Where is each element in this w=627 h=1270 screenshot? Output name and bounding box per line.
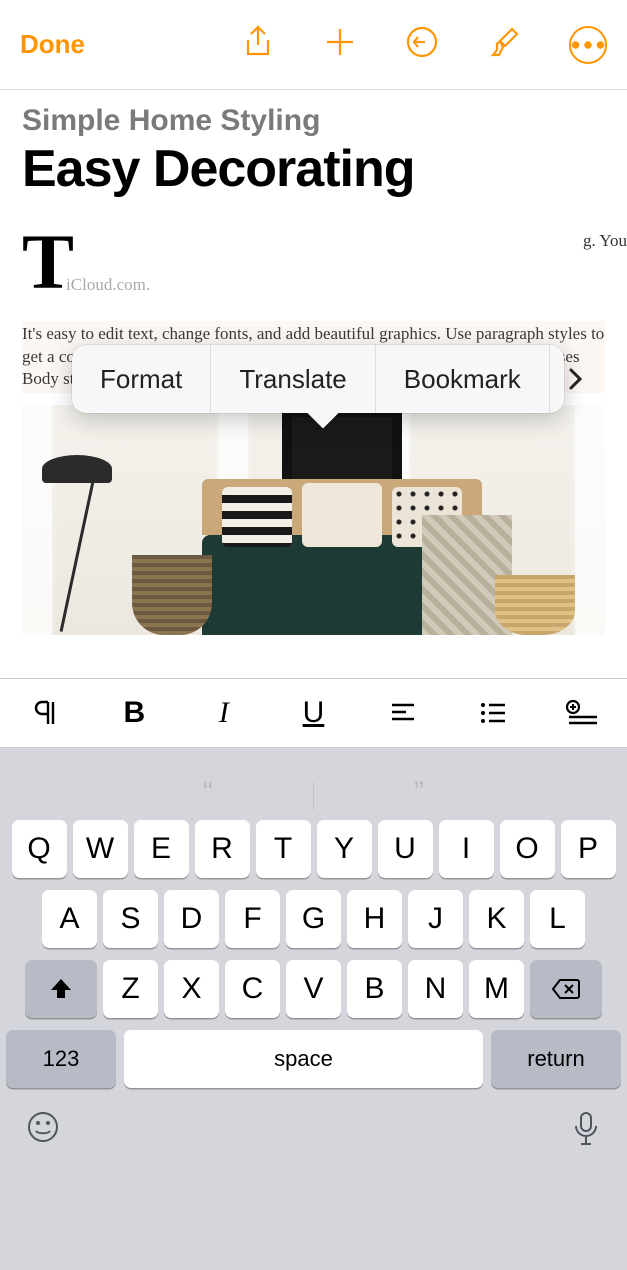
emoji-key-icon[interactable] [26,1110,60,1153]
intro-visible-fragment: g. You [583,231,627,251]
key-row-3: Z X C V B N M [4,960,623,1018]
key-k[interactable]: K [469,890,524,948]
undo-icon [405,25,439,64]
key-row-2: A S D F G H J K L [4,890,623,948]
key-v[interactable]: V [286,960,341,1018]
space-key[interactable]: space [124,1030,483,1088]
key-b[interactable]: B [347,960,402,1018]
return-key[interactable]: return [491,1030,621,1088]
more-icon[interactable] [569,26,607,64]
key-z[interactable]: Z [103,960,158,1018]
key-h[interactable]: H [347,890,402,948]
shift-key[interactable] [25,960,97,1018]
key-c[interactable]: C [225,960,280,1018]
backspace-key[interactable] [530,960,602,1018]
dictation-icon[interactable] [571,1110,601,1153]
key-e[interactable]: E [134,820,189,878]
numbers-key[interactable]: 123 [6,1030,116,1088]
key-x[interactable]: X [164,960,219,1018]
candidate-bar: “ ” [4,760,623,820]
key-d[interactable]: D [164,890,219,948]
key-m[interactable]: M [469,960,524,1018]
key-w[interactable]: W [73,820,128,878]
add-icon[interactable] [323,25,357,64]
key-o[interactable]: O [500,820,555,878]
key-s[interactable]: S [103,890,158,948]
key-i[interactable]: I [439,820,494,878]
document-image[interactable] [22,405,605,635]
context-menu-format[interactable]: Format [72,345,211,413]
context-menu-translate[interactable]: Translate [211,345,375,413]
document-title[interactable]: Easy Decorating [22,142,605,197]
key-f[interactable]: F [225,890,280,948]
context-menu-bookmark[interactable]: Bookmark [376,345,550,413]
top-toolbar: Done [0,0,627,90]
share-icon[interactable] [241,25,275,64]
key-r[interactable]: R [195,820,250,878]
italic-button[interactable]: I [196,685,252,741]
key-g[interactable]: G [286,890,341,948]
format-brush-icon[interactable] [487,25,521,64]
close-quote[interactable]: ” [414,776,424,810]
key-y[interactable]: Y [317,820,372,878]
list-icon[interactable] [465,685,521,741]
context-menu-more-icon[interactable] [550,345,602,413]
underline-button[interactable]: U [285,685,341,741]
document-body[interactable]: Simple Home Styling Easy Decorating T g.… [0,90,627,635]
key-l[interactable]: L [530,890,585,948]
open-quote[interactable]: “ [203,776,213,810]
format-bar: B I U [0,678,627,748]
key-j[interactable]: J [408,890,463,948]
intro-cutoff-fragment: iCloud.com. [66,275,150,295]
key-row-1: Q W E R T Y U I O P [4,820,623,878]
paragraph-style-icon[interactable] [17,685,73,741]
context-menu: Format Translate Bookmark [72,345,564,413]
key-a[interactable]: A [42,890,97,948]
keyboard: “ ” Q W E R T Y U I O P A S D F G H J K … [0,748,627,1270]
key-u[interactable]: U [378,820,433,878]
key-row-4: 123 space return [4,1030,623,1088]
key-n[interactable]: N [408,960,463,1018]
bold-button[interactable]: B [106,685,162,741]
align-icon[interactable] [375,685,431,741]
key-p[interactable]: P [561,820,616,878]
document-subtitle[interactable]: Simple Home Styling [22,104,605,138]
key-q[interactable]: Q [12,820,67,878]
insert-icon[interactable] [554,685,610,741]
key-t[interactable]: T [256,820,311,878]
done-button[interactable]: Done [20,29,85,60]
